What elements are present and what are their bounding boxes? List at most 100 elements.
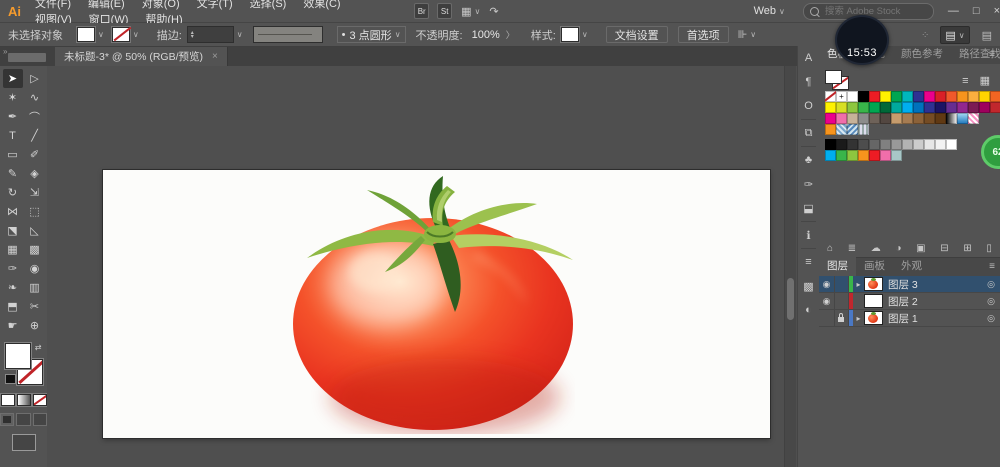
arrange-documents-icon[interactable]: ▦ (461, 5, 471, 18)
mini-fill-stroke-indicator[interactable] (825, 70, 851, 90)
swatch-registration[interactable]: + (836, 91, 847, 102)
swatch[interactable] (924, 102, 935, 113)
swatch[interactable] (935, 102, 946, 113)
lasso-tool[interactable]: ∿ (25, 88, 45, 107)
pen-tool[interactable]: ✒ (3, 107, 23, 126)
magic-wand-tool[interactable]: ✶ (3, 88, 23, 107)
zoom-tool[interactable]: ⊕ (25, 316, 45, 335)
draw-inside-button[interactable] (32, 413, 47, 426)
swatch[interactable] (858, 91, 869, 102)
workspace-switcher-button[interactable]: ▤ ∨ (940, 26, 970, 44)
eraser-tool[interactable]: ◈ (25, 164, 45, 183)
perspective-grid-tool[interactable]: ◺ (25, 221, 45, 240)
share-icon[interactable]: ↷ (489, 5, 498, 18)
dots-grid-icon[interactable]: ⁘ (921, 30, 930, 41)
tab-图层[interactable]: 图层 (819, 256, 856, 276)
swatch[interactable] (847, 150, 858, 161)
align-icon[interactable]: ⊪ (738, 28, 748, 41)
swatch[interactable] (891, 102, 902, 113)
paragraph-panel-icon[interactable]: ¶ (798, 70, 819, 94)
swatch[interactable] (836, 150, 847, 161)
swatch[interactable] (902, 113, 913, 124)
transparency-panel-icon[interactable]: ◐ (798, 298, 819, 322)
swatch[interactable] (825, 113, 836, 124)
tab-画板[interactable]: 画板 (856, 256, 893, 276)
direct-selection-tool[interactable]: ▷ (25, 69, 45, 88)
swatch[interactable] (891, 113, 902, 124)
chevron-down-icon[interactable]: ∨ (237, 30, 243, 39)
swatch[interactable] (825, 102, 836, 113)
gradient-tool[interactable]: ▩ (25, 240, 45, 259)
layer-thumbnail[interactable] (864, 311, 883, 325)
chevron-right-icon[interactable]: 〉 (506, 28, 515, 41)
pencil-tool[interactable]: ✎ (3, 164, 23, 183)
color-themes-icon[interactable]: ☁ (871, 243, 881, 254)
rotate-tool[interactable]: ↻ (3, 183, 23, 202)
brush-definition-dropdown[interactable]: • 3 点圆形 ∨ (336, 26, 406, 43)
swatch[interactable] (869, 139, 880, 150)
export-panel-icon[interactable]: ⧉ (798, 121, 819, 145)
tab-颜色参考[interactable]: 颜色参考 (893, 44, 951, 64)
type-tool[interactable]: T (3, 126, 23, 145)
stock-icon[interactable]: St (437, 3, 453, 19)
swatch[interactable] (880, 91, 891, 102)
swatch[interactable] (957, 91, 968, 102)
swatch[interactable] (913, 139, 924, 150)
swatch[interactable] (858, 139, 869, 150)
swatch[interactable] (858, 150, 869, 161)
rectangle-tool[interactable]: ▭ (3, 145, 23, 164)
swatch[interactable] (946, 113, 957, 124)
expand-arrow-icon[interactable]: ▸ (853, 314, 864, 323)
new-color-group-icon[interactable]: ⊟ (940, 243, 948, 254)
toolbar-header[interactable]: » (0, 47, 47, 66)
edit-colors-icon[interactable]: ◑ (895, 243, 901, 254)
swatch[interactable] (946, 102, 957, 113)
artboard-tool[interactable]: ⬒ (3, 297, 23, 316)
layer-row[interactable]: ◉ ▸ 图层 3 ◎ (819, 276, 1000, 293)
swatch[interactable] (902, 139, 913, 150)
visibility-eye-icon[interactable]: ◉ (819, 276, 835, 292)
swatch[interactable] (847, 91, 858, 102)
minimize-button[interactable]: — (948, 5, 959, 17)
stroke-panel-icon[interactable]: ≡ (798, 250, 819, 274)
scale-tool[interactable]: ⇲ (25, 183, 45, 202)
gradient-button[interactable] (16, 394, 31, 406)
mesh-tool[interactable]: ▦ (3, 240, 23, 259)
swatch[interactable] (935, 91, 946, 102)
swatch[interactable] (968, 91, 979, 102)
paintbrush-tool[interactable]: ✐ (25, 145, 45, 164)
swatch[interactable] (979, 91, 990, 102)
vertical-scrollbar[interactable] (784, 66, 796, 467)
stroke-color-dropdown[interactable]: ∨ (111, 27, 139, 42)
visibility-eye-icon[interactable]: ◉ (819, 293, 835, 309)
bridge-icon[interactable]: Br (414, 3, 430, 19)
toolbar-drag-handle[interactable] (8, 53, 46, 62)
new-swatch-icon[interactable]: ⊞ (963, 243, 971, 254)
symbols-panel-icon[interactable]: ♣ (798, 148, 819, 172)
target-circle-icon[interactable]: ◎ (982, 296, 1000, 307)
default-fill-stroke-icon[interactable] (4, 374, 16, 384)
blend-tool[interactable]: ◉ (25, 259, 45, 278)
swatch[interactable] (935, 113, 946, 124)
target-circle-icon[interactable]: ◎ (982, 279, 1000, 290)
swatch[interactable] (869, 102, 880, 113)
swatch[interactable] (880, 102, 891, 113)
layers-panel-menu-icon[interactable]: ≡ (989, 261, 995, 272)
document-tab[interactable]: 未标题-3* @ 50% (RGB/预览) × (55, 47, 228, 66)
swatch[interactable] (880, 150, 891, 161)
swatch[interactable] (847, 124, 858, 135)
visibility-eye-icon[interactable] (819, 310, 835, 326)
swatch[interactable] (825, 150, 836, 161)
column-graph-tool[interactable]: ▥ (25, 278, 45, 297)
swatch[interactable] (924, 139, 935, 150)
style-dropdown[interactable]: ∨ (560, 27, 588, 42)
preferences-button[interactable]: 首选项 (677, 26, 729, 43)
swatch[interactable] (902, 91, 913, 102)
restore-button[interactable]: □ (973, 5, 980, 17)
free-transform-tool[interactable]: ⬚ (25, 202, 45, 221)
swatch[interactable] (869, 113, 880, 124)
swatch[interactable] (880, 113, 891, 124)
swatch[interactable] (913, 113, 924, 124)
target-circle-icon[interactable]: ◎ (982, 313, 1000, 324)
swatch[interactable] (891, 91, 902, 102)
